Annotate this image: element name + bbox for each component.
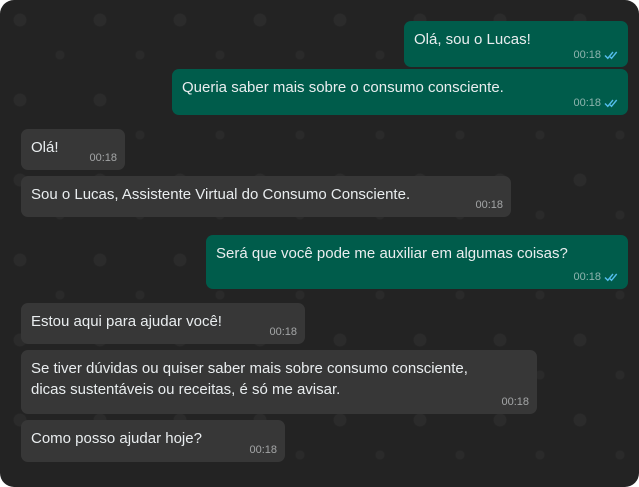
message-text: Queria saber mais sobre o consumo consci… <box>182 79 504 96</box>
message-time: 00:18 <box>573 271 601 283</box>
message-text: Se tiver dúvidas ou quiser saber mais so… <box>31 360 468 398</box>
message-meta: 00:18 <box>269 326 297 338</box>
message-outgoing[interactable]: Queria saber mais sobre o consumo consci… <box>172 69 628 115</box>
double-check-icon <box>604 51 618 60</box>
message-time: 00:18 <box>89 152 117 164</box>
message-outgoing[interactable]: Olá, sou o Lucas! 00:18 <box>404 21 628 67</box>
message-meta: 00:18 <box>89 152 117 164</box>
message-meta: 00:18 <box>573 49 620 61</box>
message-time: 00:18 <box>475 199 503 211</box>
message-meta: 00:18 <box>573 97 620 109</box>
message-time: 00:18 <box>249 444 277 456</box>
message-time: 00:18 <box>573 97 601 109</box>
message-text: Estou aqui para ajudar você! <box>31 313 222 330</box>
message-time: 00:18 <box>269 326 297 338</box>
message-time: 00:18 <box>573 49 601 61</box>
chat-panel: Olá, sou o Lucas! 00:18 Queria saber mai… <box>0 0 639 487</box>
message-text: Olá! <box>31 139 59 156</box>
message-incoming[interactable]: Estou aqui para ajudar você! 00:18 <box>21 303 305 344</box>
message-incoming[interactable]: Sou o Lucas, Assistente Virtual do Consu… <box>21 176 511 217</box>
message-incoming[interactable]: Se tiver dúvidas ou quiser saber mais so… <box>21 350 537 414</box>
message-meta: 00:18 <box>501 396 529 408</box>
message-meta: 00:18 <box>573 271 620 283</box>
message-text: Será que você pode me auxiliar em alguma… <box>216 245 568 262</box>
message-meta: 00:18 <box>249 444 277 456</box>
double-check-icon <box>604 99 618 108</box>
message-meta: 00:18 <box>475 199 503 211</box>
message-incoming[interactable]: Olá! 00:18 <box>21 129 125 170</box>
message-text: Sou o Lucas, Assistente Virtual do Consu… <box>31 186 411 203</box>
message-text: Olá, sou o Lucas! <box>414 31 531 48</box>
double-check-icon <box>604 273 618 282</box>
message-text: Como posso ajudar hoje? <box>31 430 202 447</box>
message-outgoing[interactable]: Será que você pode me auxiliar em alguma… <box>206 235 628 289</box>
message-time: 00:18 <box>501 396 529 408</box>
message-incoming[interactable]: Como posso ajudar hoje? 00:18 <box>21 420 285 462</box>
